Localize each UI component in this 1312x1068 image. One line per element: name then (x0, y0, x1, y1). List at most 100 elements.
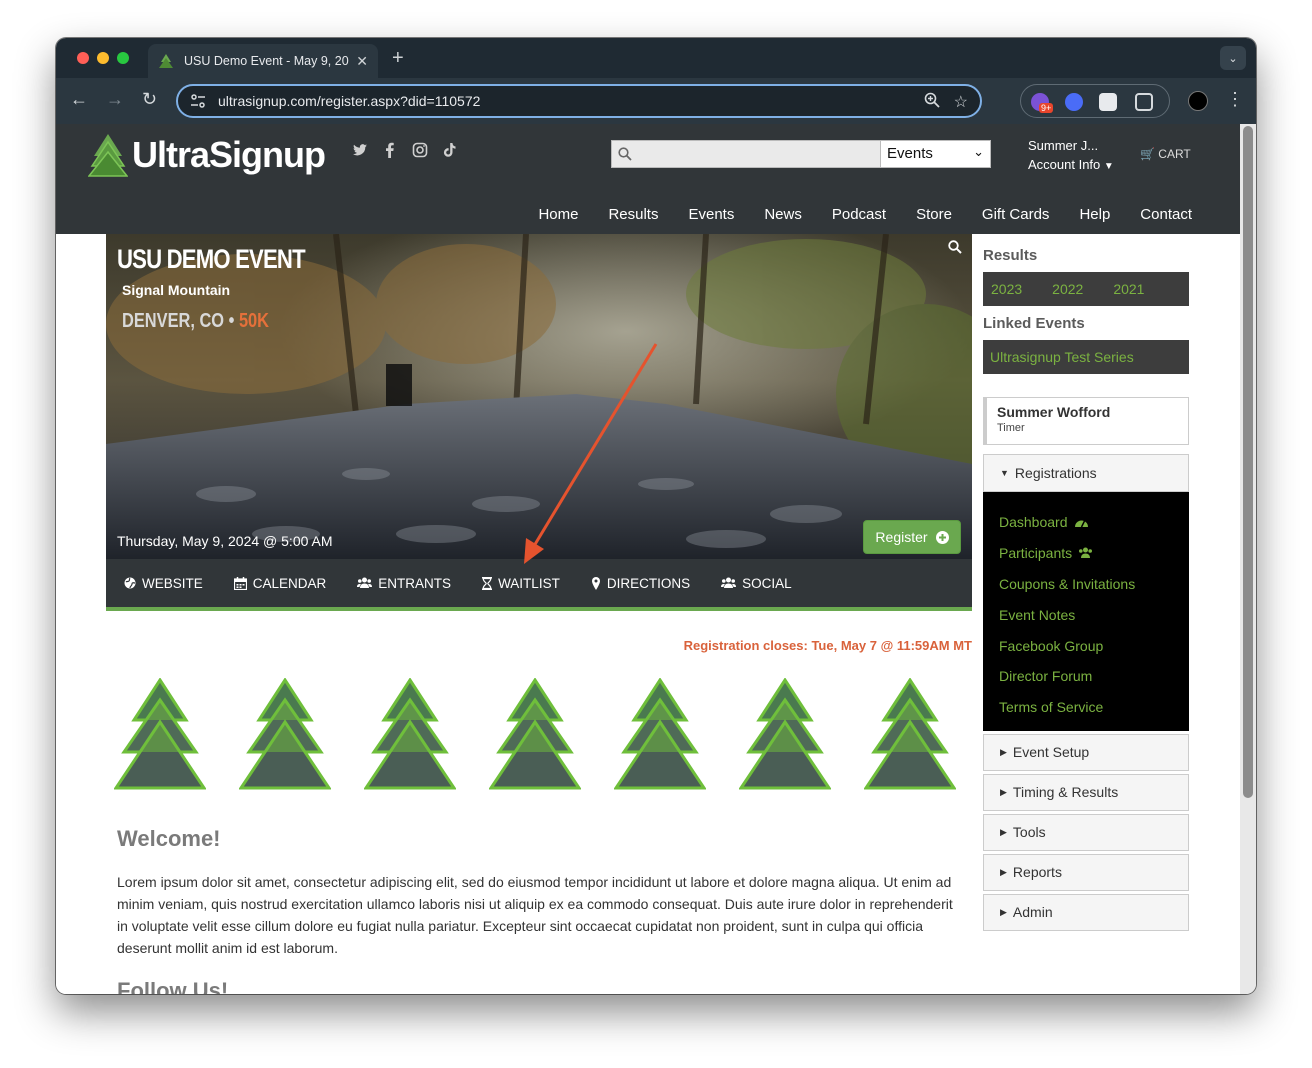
tree-icon (739, 678, 831, 790)
trail-photo (106, 234, 972, 559)
tree-icon (614, 678, 706, 790)
back-arrow-icon[interactable]: ← (70, 89, 88, 110)
social-links (352, 142, 458, 158)
event-nav-waitlist[interactable]: WAITLIST (482, 576, 560, 591)
event-nav-social[interactable]: SOCIAL (721, 576, 792, 591)
event-subtitle: Signal Mountain (122, 282, 231, 298)
menu-terms[interactable]: Terms of Service (999, 692, 1189, 723)
facebook-icon[interactable] (382, 142, 398, 158)
ultrasignup-logo[interactable]: UltraSignup (88, 132, 326, 178)
account-name: Summer J... (1028, 138, 1099, 153)
twitter-icon[interactable] (352, 142, 368, 158)
accordion-timing-results[interactable]: ▶ Timing & Results (983, 773, 1189, 811)
caret-down-icon: ▼ (1000, 468, 1009, 478)
tree-logo-icon (88, 134, 128, 177)
profile-avatar[interactable] (1188, 91, 1208, 111)
event-nav-website[interactable]: WEBSITE (124, 576, 203, 591)
menu-dashboard[interactable]: Dashboard (999, 507, 1189, 538)
browser-toolbar: ← → ↻ ultrasignup.com/register.aspx?did=… (56, 78, 1256, 124)
scrollbar-thumb[interactable] (1243, 126, 1253, 798)
maximize-window-button[interactable] (117, 52, 129, 64)
reload-icon[interactable]: ↻ (142, 89, 157, 110)
welcome-heading: Welcome! (117, 826, 221, 851)
register-button[interactable]: Register (863, 520, 961, 554)
nav-events[interactable]: Events (688, 206, 734, 223)
search-input[interactable] (636, 143, 876, 165)
event-nav-entrants[interactable]: ENTRANTS (357, 576, 451, 591)
tab-close-icon[interactable]: ✕ (356, 53, 368, 70)
result-year-link[interactable]: 2023 (991, 281, 1022, 297)
tree-icon (864, 678, 956, 790)
follow-heading: Follow Us! (117, 978, 229, 994)
nav-contact[interactable]: Contact (1140, 206, 1192, 223)
address-bar[interactable]: ultrasignup.com/register.aspx?did=110572… (176, 84, 982, 118)
nav-news[interactable]: News (764, 206, 802, 223)
tree-icon (114, 678, 206, 790)
result-year-link[interactable]: 2022 (1052, 281, 1083, 297)
tab-title: USU Demo Event - May 9, 20 (184, 54, 349, 68)
browser-window: USU Demo Event - May 9, 20 ✕ + ⌄ ← → ↻ u… (56, 38, 1256, 994)
menu-event-notes[interactable]: Event Notes (999, 599, 1189, 630)
result-year-link[interactable]: 2021 (1113, 281, 1144, 297)
event-nav-calendar[interactable]: CALENDAR (233, 576, 326, 591)
zoom-icon[interactable] (924, 92, 940, 108)
cart-icon: 🛒 (1140, 147, 1155, 161)
nav-help[interactable]: Help (1079, 206, 1110, 223)
accordion-tools[interactable]: ▶ Tools (983, 813, 1189, 851)
calendar-icon (233, 576, 247, 590)
event-hero: USU DEMO EVENT Signal Mountain DENVER, C… (106, 234, 972, 559)
puzzle-icon[interactable] (1135, 93, 1153, 111)
welcome-text: Lorem ipsum dolor sit amet, consectetur … (117, 874, 953, 956)
accordion-reports[interactable]: ▶ Reports (983, 853, 1189, 891)
zoom-image-icon[interactable] (948, 240, 962, 254)
more-menu-icon[interactable]: ⋮ (1226, 90, 1244, 108)
tree-icon (239, 678, 331, 790)
extension-badge: 9+ (1039, 103, 1054, 113)
nav-results[interactable]: Results (608, 206, 658, 223)
hourglass-icon (482, 576, 493, 590)
accordion-registrations[interactable]: ▼ Registrations (983, 454, 1189, 492)
tab-search-button[interactable]: ⌄ (1220, 46, 1246, 70)
dashboard-gauge-icon (1074, 520, 1088, 528)
event-sidebar: Results 2023 2022 2021 Linked Events Ult… (983, 234, 1189, 931)
nav-podcast[interactable]: Podcast (832, 206, 886, 223)
nav-gift-cards[interactable]: Gift Cards (982, 206, 1050, 223)
event-location: DENVER, CO • 50K (122, 310, 270, 332)
forward-arrow-icon[interactable]: → (106, 89, 124, 110)
nav-store[interactable]: Store (916, 206, 952, 223)
linked-events: Ultrasignup Test Series (983, 340, 1189, 374)
minimize-window-button[interactable] (97, 52, 109, 64)
tab-strip: USU Demo Event - May 9, 20 ✕ + ⌄ (56, 38, 1256, 78)
caret-right-icon: ▶ (1000, 786, 1007, 797)
users-icon (1079, 547, 1093, 559)
menu-facebook-group[interactable]: Facebook Group (999, 630, 1189, 661)
menu-coupons[interactable]: Coupons & Invitations (999, 569, 1189, 600)
instagram-icon[interactable] (412, 142, 428, 158)
extension-icon[interactable] (1099, 93, 1117, 111)
users-icon (721, 577, 737, 588)
account-menu[interactable]: Summer J... Account Info ▼ (1028, 136, 1114, 176)
nav-home[interactable]: Home (538, 206, 578, 223)
tiktok-icon[interactable] (442, 142, 458, 158)
page-scrollbar[interactable] (1240, 124, 1256, 994)
search-category-select[interactable]: Events ⌄ (880, 141, 990, 167)
cart-link[interactable]: 🛒 CART (1140, 147, 1191, 161)
event-nav-directions[interactable]: DIRECTIONS (591, 576, 690, 591)
menu-participants[interactable]: Participants (999, 538, 1189, 569)
linked-events-heading: Linked Events (983, 315, 1085, 332)
bookmark-star-icon[interactable]: ☆ (954, 92, 968, 112)
site-settings-icon[interactable] (190, 94, 206, 108)
close-window-button[interactable] (77, 52, 89, 64)
browser-tab[interactable]: USU Demo Event - May 9, 20 ✕ (148, 44, 378, 78)
results-years: 2023 2022 2021 (983, 272, 1189, 306)
results-heading: Results (983, 247, 1038, 264)
tree-icon (489, 678, 581, 790)
site-header: UltraSignup Events ⌄ Summer J... Account… (56, 124, 1240, 234)
linked-event-link[interactable]: Ultrasignup Test Series (990, 349, 1134, 365)
tree-icon (364, 678, 456, 790)
new-tab-button[interactable]: + (392, 47, 404, 70)
menu-director-forum[interactable]: Director Forum (999, 661, 1189, 692)
accordion-event-setup[interactable]: ▶ Event Setup (983, 733, 1189, 771)
accordion-admin[interactable]: ▶ Admin (983, 893, 1189, 931)
extension-icon[interactable] (1065, 93, 1083, 111)
